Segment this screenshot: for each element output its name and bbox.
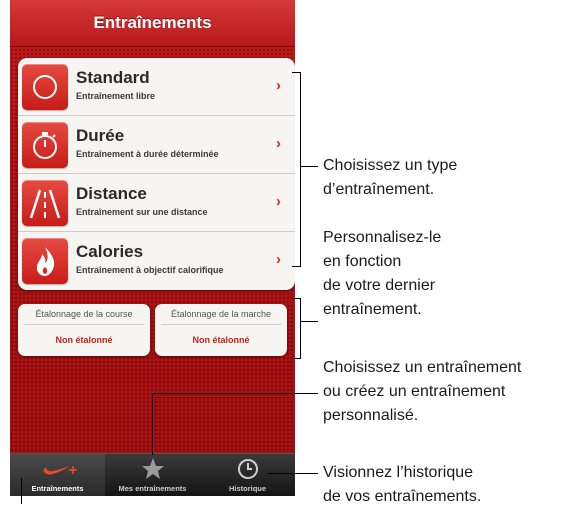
bracket-line — [292, 298, 300, 299]
run-calibration-button[interactable]: Étalonnage de la course Non étalonné — [18, 304, 150, 356]
page-title: Entraînements — [93, 13, 212, 32]
clock-icon — [200, 457, 295, 486]
tab-label: Entraînements — [31, 484, 84, 493]
callout-text: en fonction — [323, 253, 402, 270]
callout-text: personnalisé. — [323, 407, 419, 424]
chevron-right-icon: › — [276, 77, 281, 94]
workout-subtitle: Entraînement à durée déterminée — [76, 149, 219, 159]
callout-text: Choisissez un type — [323, 157, 458, 174]
workout-type-list: Standard Entraînement libre › Durée Entr… — [18, 58, 295, 290]
callout-text: entraînement. — [323, 301, 422, 318]
workout-row-duree[interactable]: Durée Entraînement à durée déterminée › — [18, 116, 295, 174]
workout-row-calories[interactable]: Calories Entraînement à objectif calorif… — [18, 232, 295, 290]
workout-title: Durée — [76, 126, 125, 145]
workout-subtitle: Entraînement libre — [76, 91, 156, 101]
stopwatch-icon — [22, 122, 68, 168]
star-icon — [105, 457, 200, 486]
callout-text: Choisissez un entraînement — [323, 359, 522, 376]
nike-swoosh-plus-icon — [10, 457, 105, 484]
navigation-bar: Entraînements — [10, 0, 295, 47]
divider — [161, 324, 281, 325]
bracket-line — [292, 358, 301, 359]
callout-text: ou créez un entraînement — [323, 383, 506, 400]
chevron-right-icon: › — [276, 251, 281, 268]
calibration-status: Non étalonné — [55, 335, 113, 345]
callout-line — [21, 478, 22, 504]
bracket-line — [300, 72, 301, 266]
tab-mes-entrainements[interactable]: Mes entraînements — [105, 454, 200, 496]
callout-choose-type: Choisissez un type d’entraînement. — [323, 154, 457, 202]
workout-subtitle: Entraînement à objectif calorifique — [76, 265, 224, 275]
callout-line — [152, 393, 318, 394]
callout-custom: Choisissez un entraînement ou créez un e… — [323, 356, 521, 428]
bracket-line — [292, 72, 300, 73]
walk-calibration-button[interactable]: Étalonnage de la marche Non étalonné — [155, 304, 287, 356]
tab-label: Mes entraînements — [118, 484, 187, 493]
divider — [24, 324, 144, 325]
workout-subtitle: Entraînement sur une distance — [76, 207, 208, 217]
tab-bar: Entraînements Mes entraînements Historiq… — [10, 453, 295, 496]
bracket-line — [300, 298, 301, 359]
calibration-status: Non étalonné — [192, 335, 250, 345]
workout-title: Calories — [76, 242, 144, 261]
flame-icon — [22, 238, 68, 284]
callout-text: d’entraînement. — [323, 181, 435, 198]
callout-history: Visionnez l’historique de vos entraîneme… — [323, 461, 481, 506]
calibration-title: Étalonnage de la marche — [170, 309, 272, 319]
callout-line — [300, 166, 318, 167]
workout-row-distance[interactable]: Distance Entraînement sur une distance › — [18, 174, 295, 232]
road-icon — [22, 180, 68, 226]
callout-text: de votre dernier — [323, 277, 436, 294]
callout-line — [268, 473, 318, 474]
callout-text: de vos entraînements. — [323, 488, 482, 505]
callout-line — [300, 321, 318, 322]
circle-icon — [22, 64, 68, 110]
workout-title: Standard — [76, 68, 150, 87]
bracket-line — [292, 266, 301, 267]
callout-personalize: Personnalisez-le en fonction de votre de… — [323, 226, 441, 322]
tab-label: Historique — [228, 484, 267, 493]
callout-line — [152, 393, 153, 455]
chevron-right-icon: › — [276, 135, 281, 152]
calibration-title: Étalonnage de la course — [35, 309, 133, 319]
chevron-right-icon: › — [276, 193, 281, 210]
workout-row-standard[interactable]: Standard Entraînement libre › — [18, 58, 295, 116]
workout-title: Distance — [76, 184, 147, 203]
callout-text: Personnalisez-le — [323, 229, 442, 246]
callout-text: Visionnez l’historique — [323, 464, 474, 481]
tab-entrainements[interactable]: Entraînements — [10, 454, 105, 496]
tab-historique[interactable]: Historique — [200, 454, 295, 496]
